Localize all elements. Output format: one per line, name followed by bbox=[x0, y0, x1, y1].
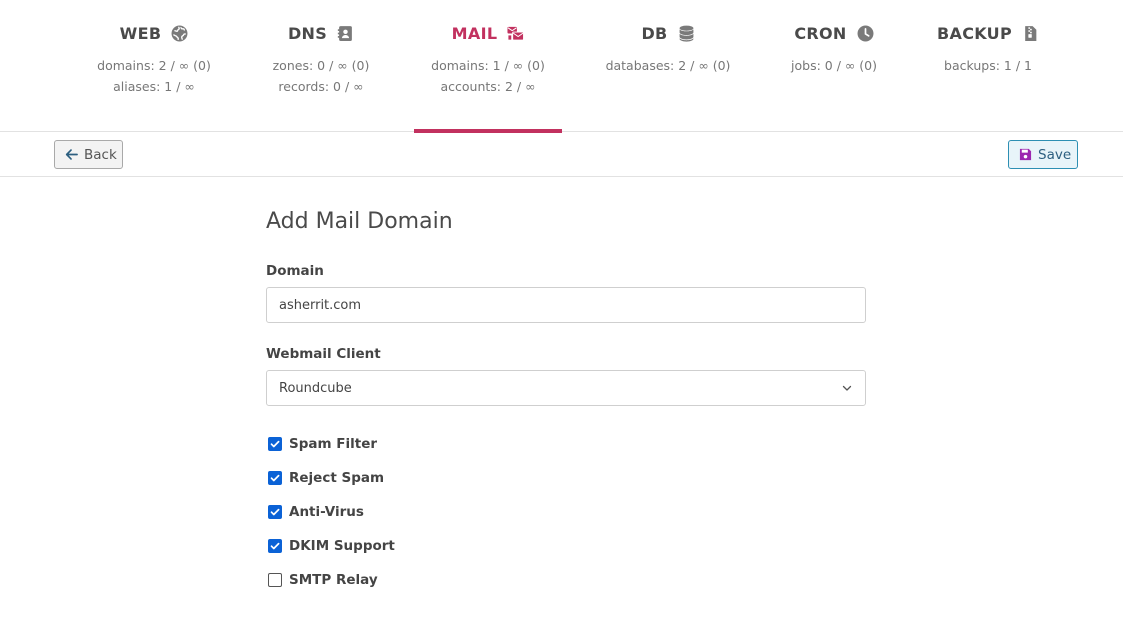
back-button-label: Back bbox=[84, 146, 117, 163]
smtp-relay-option[interactable]: SMTP Relay bbox=[268, 563, 395, 597]
smtp-relay-label: SMTP Relay bbox=[289, 572, 378, 588]
add-mail-domain-form: Add Mail Domain Domain Webmail Client Ro… bbox=[266, 200, 866, 588]
mail-bulk-icon bbox=[507, 25, 525, 42]
reject-spam-label: Reject Spam bbox=[289, 470, 385, 486]
floppy-disk-icon bbox=[1019, 148, 1032, 161]
dkim-support-option[interactable]: DKIM Support bbox=[268, 529, 395, 563]
webmail-client-select[interactable]: Roundcube bbox=[266, 370, 866, 406]
tab-backup[interactable]: BACKUP backups: 1 / 1 bbox=[914, 0, 1062, 132]
tab-stat: jobs: 0 / ∞ (0) bbox=[791, 58, 877, 73]
toolbar: Back Save bbox=[0, 133, 1123, 177]
database-icon bbox=[678, 25, 695, 42]
tab-label: CRON bbox=[794, 23, 847, 43]
tab-mail[interactable]: MAIL domains: 1 / ∞ (0) accounts: 2 / ∞ bbox=[414, 0, 562, 133]
dkim-support-label: DKIM Support bbox=[289, 538, 395, 554]
anti-virus-checkbox[interactable] bbox=[268, 505, 282, 519]
chevron-down-icon bbox=[841, 382, 853, 394]
tab-stat: databases: 2 / ∞ (0) bbox=[605, 58, 731, 73]
dkim-support-checkbox[interactable] bbox=[268, 539, 282, 553]
tab-db[interactable]: DB databases: 2 / ∞ (0) bbox=[594, 0, 742, 132]
webmail-client-value: Roundcube bbox=[279, 380, 352, 396]
tab-label: DNS bbox=[287, 23, 328, 43]
arrow-left-icon bbox=[65, 148, 78, 161]
reject-spam-option[interactable]: Reject Spam bbox=[268, 461, 395, 495]
tab-stat: domains: 2 / ∞ (0) bbox=[97, 58, 211, 73]
domain-input[interactable] bbox=[266, 287, 866, 323]
page-title: Add Mail Domain bbox=[266, 209, 453, 234]
address-book-icon bbox=[337, 25, 354, 42]
spam-filter-option[interactable]: Spam Filter bbox=[268, 427, 395, 461]
top-navigation: WEB domains: 2 / ∞ (0) aliases: 1 / ∞ DN… bbox=[0, 0, 1123, 133]
spam-filter-label: Spam Filter bbox=[289, 436, 378, 452]
tab-stat: zones: 0 / ∞ (0) bbox=[272, 58, 370, 73]
webmail-client-label: Webmail Client bbox=[266, 346, 381, 362]
tab-label: BACKUP bbox=[937, 23, 1012, 43]
tab-dns[interactable]: DNS zones: 0 / ∞ (0) records: 0 / ∞ bbox=[247, 0, 395, 132]
reject-spam-checkbox[interactable] bbox=[268, 471, 282, 485]
tab-stat: backups: 1 / 1 bbox=[944, 58, 1032, 73]
spam-filter-checkbox[interactable] bbox=[268, 437, 282, 451]
globe-icon bbox=[171, 25, 188, 42]
mail-options: Spam Filter Reject Spam Anti-Virus DKIM … bbox=[268, 427, 395, 597]
tab-cron[interactable]: CRON jobs: 0 / ∞ (0) bbox=[760, 0, 908, 132]
file-archive-icon bbox=[1022, 25, 1039, 42]
anti-virus-label: Anti-Virus bbox=[289, 504, 364, 520]
anti-virus-option[interactable]: Anti-Virus bbox=[268, 495, 395, 529]
tab-label: WEB bbox=[119, 23, 162, 43]
save-button[interactable]: Save bbox=[1008, 140, 1078, 169]
clock-icon bbox=[857, 25, 874, 42]
tab-label: MAIL bbox=[451, 23, 498, 43]
tab-stat: records: 0 / ∞ bbox=[278, 79, 364, 94]
tab-stat: aliases: 1 / ∞ bbox=[113, 79, 195, 94]
domain-label: Domain bbox=[266, 263, 324, 279]
tab-stat: domains: 1 / ∞ (0) bbox=[431, 58, 545, 73]
smtp-relay-checkbox[interactable] bbox=[268, 573, 282, 587]
tab-web[interactable]: WEB domains: 2 / ∞ (0) aliases: 1 / ∞ bbox=[80, 0, 228, 132]
back-button[interactable]: Back bbox=[54, 140, 123, 169]
tab-stat: accounts: 2 / ∞ bbox=[440, 79, 536, 94]
save-button-label: Save bbox=[1038, 146, 1072, 163]
tab-label: DB bbox=[641, 23, 668, 43]
